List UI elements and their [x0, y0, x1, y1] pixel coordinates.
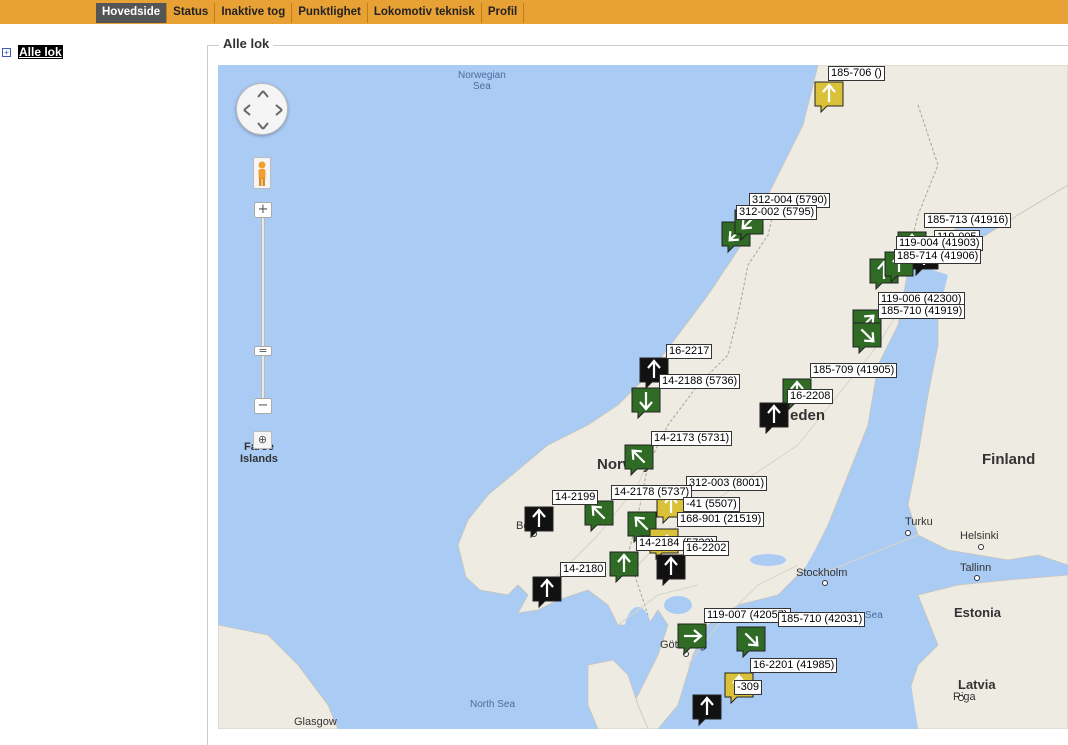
locomotive-marker[interactable]	[608, 550, 639, 584]
arrow-direction-icon	[677, 623, 707, 656]
loco-label[interactable]: 185-706 ()	[828, 66, 885, 81]
arrow-direction-icon	[814, 81, 844, 114]
city-dot-stockholm	[822, 580, 828, 586]
north-sea-label: North Sea	[470, 699, 516, 710]
city-riga: Riga	[953, 691, 976, 703]
locomotive-marker[interactable]	[851, 321, 882, 355]
country-finland: Finland	[982, 451, 1036, 468]
nav-lokomotiv-teknisk[interactable]: Lokomotiv teknisk	[368, 3, 482, 23]
loco-label[interactable]: 185-710 (41919)	[878, 304, 966, 319]
arrow-direction-icon	[656, 554, 686, 587]
loco-label[interactable]: 185-710 (42031)	[778, 612, 866, 627]
arrow-direction-icon	[624, 444, 654, 477]
street-view-pegman-icon[interactable]	[253, 157, 271, 189]
loco-label[interactable]: 14-2178 (5737)	[611, 485, 693, 500]
locomotive-marker[interactable]	[523, 505, 554, 539]
arrow-direction-icon	[692, 694, 722, 727]
main-menu: Hovedside Status Inaktive tog Punktlighe…	[96, 3, 525, 23]
city-glasgow: Glasgow	[294, 716, 337, 728]
loco-label[interactable]: 168-901 (21519)	[677, 512, 765, 527]
loco-label[interactable]: 185-713 (41916)	[924, 213, 1012, 228]
arrow-direction-icon	[631, 387, 661, 420]
top-navigation-bar: Hovedside Status Inaktive tog Punktlighe…	[0, 0, 1068, 24]
arrow-direction-icon	[524, 506, 554, 539]
pan-control[interactable]	[236, 83, 288, 135]
loco-label[interactable]: -41 (5507)	[683, 497, 740, 512]
arrow-direction-icon	[532, 576, 562, 609]
zoom-box-icon[interactable]: ⊕	[253, 431, 272, 449]
locomotive-marker[interactable]	[655, 553, 686, 587]
locomotive-marker[interactable]	[676, 622, 707, 656]
arrow-direction-icon	[759, 402, 789, 435]
tree-label-alle-lok[interactable]: Alle lok	[18, 45, 63, 59]
arrow-direction-icon	[852, 322, 882, 355]
loco-label[interactable]: 185-709 (41905)	[810, 363, 898, 378]
locomotive-marker[interactable]	[630, 386, 661, 420]
loco-label[interactable]: 16-2201 (41985)	[750, 658, 838, 673]
city-stockholm: Stockholm	[796, 567, 848, 579]
city-tallinn: Tallinn	[960, 562, 992, 574]
arrow-direction-icon	[609, 551, 639, 584]
nav-inaktive-tog[interactable]: Inaktive tog	[215, 3, 293, 23]
tree-root-node[interactable]: + Alle lok	[2, 45, 63, 59]
nav-punktlighet[interactable]: Punktlighet	[292, 3, 368, 23]
loco-label[interactable]: -309	[734, 680, 763, 695]
city-dot-riga	[958, 695, 964, 701]
arrow-direction-icon	[736, 626, 766, 659]
loco-label[interactable]: 14-2188 (5736)	[659, 374, 741, 389]
locomotive-marker[interactable]	[691, 693, 722, 727]
loco-label[interactable]: 185-714 (41906)	[894, 249, 982, 264]
city-dot-tallinn	[974, 575, 980, 581]
zoom-in-button[interactable]: +	[254, 202, 272, 218]
loco-label[interactable]: 16-2217	[666, 344, 713, 359]
city-helsinki: Helsinki	[960, 530, 999, 542]
city-dot-turku	[905, 530, 911, 536]
loco-label[interactable]: 312-002 (5795)	[736, 205, 818, 220]
locomotive-marker[interactable]	[531, 575, 562, 609]
zoom-slider-track[interactable]	[261, 211, 265, 407]
loco-label[interactable]: 312-003 (8001)	[686, 476, 768, 491]
country-estonia: Estonia	[954, 605, 1001, 620]
norwegian-sea-label: Norwegian Sea	[458, 70, 506, 92]
loco-label[interactable]: 14-2180	[560, 562, 607, 577]
panel-title: Alle lok	[219, 36, 274, 51]
locomotive-marker[interactable]	[813, 80, 844, 114]
map-view[interactable]: Norwegian Sea North Sea ltic Sea Norway e…	[218, 65, 1068, 729]
nav-hovedside[interactable]: Hovedside	[96, 3, 168, 23]
zoom-slider-handle[interactable]: =	[254, 345, 272, 356]
city-turku: Turku	[905, 516, 933, 528]
locomotive-marker[interactable]	[623, 443, 654, 477]
loco-label[interactable]: 14-2173 (5731)	[651, 431, 733, 446]
zoom-out-button[interactable]: −	[254, 398, 272, 414]
nav-status[interactable]: Status	[167, 3, 216, 23]
city-dot-helsinki	[978, 544, 984, 550]
locomotive-marker[interactable]	[735, 625, 766, 659]
locomotive-marker[interactable]	[758, 401, 789, 435]
loco-label[interactable]: 16-2208	[787, 389, 834, 404]
loco-label[interactable]: 16-2202	[683, 541, 730, 556]
loco-label[interactable]: 14-2199	[552, 490, 599, 505]
country-latvia: Latvia	[958, 677, 996, 692]
expand-icon[interactable]: +	[2, 47, 11, 57]
nav-profil[interactable]: Profil	[482, 3, 525, 23]
pan-arrows-icon	[243, 90, 283, 130]
